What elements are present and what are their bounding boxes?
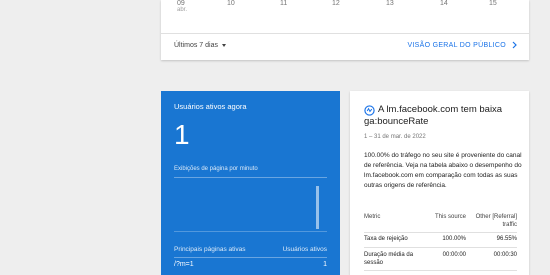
date-range-label: Últimos 7 dias bbox=[174, 42, 218, 49]
table-cell-metric: Duração média da sessão bbox=[364, 252, 414, 266]
realtime-card: Usuários ativos agora 1 Exibições de pág… bbox=[161, 91, 340, 275]
chart-baseline bbox=[174, 231, 327, 232]
x-axis-day: 15 bbox=[489, 0, 497, 7]
top-page-users: 1 bbox=[323, 261, 327, 268]
divider bbox=[161, 33, 529, 34]
insight-date: 1 – 31 de mar. de 2022 bbox=[364, 134, 426, 140]
divider bbox=[174, 177, 327, 178]
table-header-this-source: This source bbox=[434, 214, 466, 220]
table-cell-other: 00:00:30 bbox=[493, 252, 517, 258]
x-axis-day: 11 bbox=[280, 0, 288, 7]
divider bbox=[364, 247, 517, 248]
divider bbox=[174, 257, 327, 258]
divider bbox=[364, 232, 517, 233]
audience-overview-card: 09 abr. 10 11 12 13 14 15 Últimos 7 dias… bbox=[161, 0, 529, 60]
caret-down-icon bbox=[221, 44, 226, 47]
pageviews-bar bbox=[316, 186, 319, 229]
realtime-title: Usuários ativos agora bbox=[174, 102, 247, 111]
table-header-other: Other [Referral] traffic bbox=[475, 214, 517, 228]
x-axis-day: 14 bbox=[440, 0, 448, 7]
x-axis-day: 10 bbox=[227, 0, 235, 7]
x-axis-day: 12 bbox=[332, 0, 340, 7]
table-cell-other: 96.55% bbox=[496, 236, 517, 242]
insight-description: 100.00% do tráfego no seu site é proveni… bbox=[364, 152, 522, 189]
insight-card: A lm.facebook.com tem baixa ga:bounceRat… bbox=[350, 91, 529, 275]
table-cell-this-source: 00:00:00 bbox=[442, 252, 466, 258]
audience-overview-label: VISÃO GERAL DO PÚBLICO bbox=[407, 41, 506, 49]
x-axis-day: 13 bbox=[386, 0, 394, 7]
chevron-right-icon bbox=[512, 41, 517, 49]
table-cell-this-source: 100.00% bbox=[442, 236, 466, 242]
divider bbox=[364, 270, 517, 271]
active-users-header: Usuários ativos bbox=[282, 246, 327, 253]
table-header-metric: Metric bbox=[364, 214, 381, 220]
top-pages-header: Principais páginas ativas bbox=[174, 246, 246, 253]
pageviews-per-minute-label: Exibições de página por minuto bbox=[174, 166, 258, 172]
insight-title: A lm.facebook.com tem baixa ga:bounceRat… bbox=[364, 104, 503, 127]
top-page-path[interactable]: /?m=1 bbox=[174, 261, 194, 268]
audience-overview-link[interactable]: VISÃO GERAL DO PÚBLICO bbox=[407, 41, 517, 49]
date-range-dropdown[interactable]: Últimos 7 dias bbox=[174, 42, 226, 49]
active-users-count: 1 bbox=[174, 119, 190, 150]
x-axis-month: abr. bbox=[177, 7, 188, 13]
table-cell-metric: Taxa de rejeição bbox=[364, 236, 408, 242]
